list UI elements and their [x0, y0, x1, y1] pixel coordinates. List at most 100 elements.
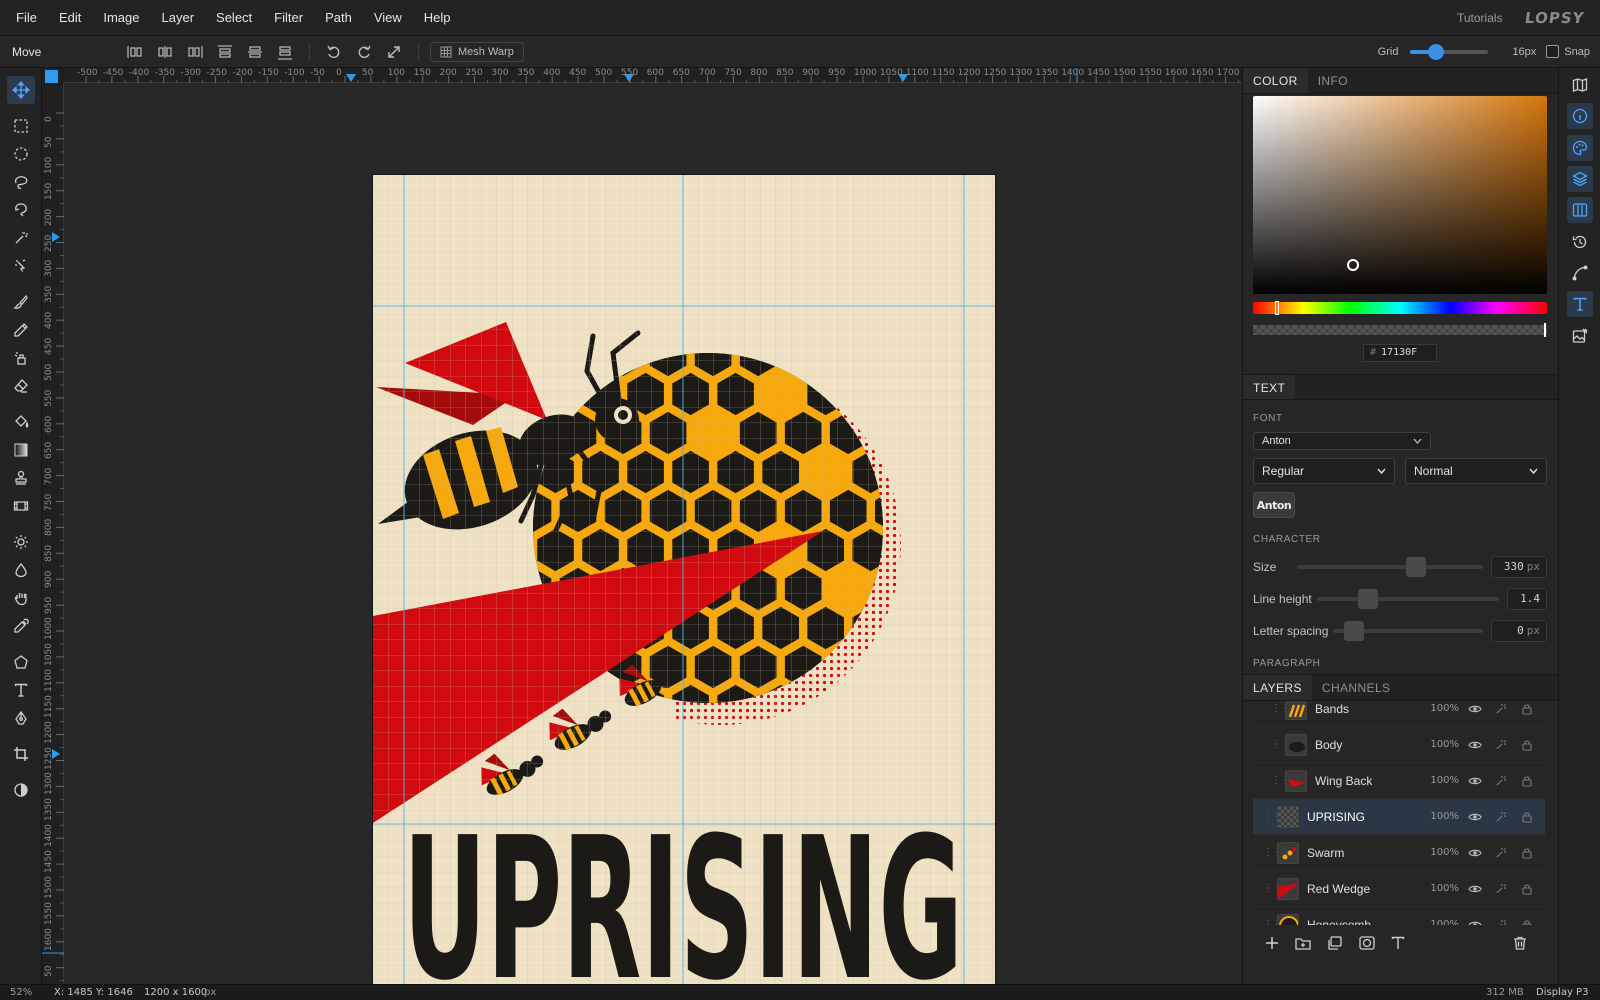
visibility-eye-icon[interactable] — [1467, 917, 1483, 925]
layer-opacity[interactable]: 100% — [1430, 883, 1459, 894]
text-panel-icon[interactable] — [1567, 291, 1593, 317]
tab-layers[interactable]: LAYERS — [1243, 675, 1312, 700]
font-style-select[interactable]: Regular — [1253, 458, 1395, 484]
effects-icon[interactable] — [1493, 809, 1509, 825]
effects-icon[interactable] — [1493, 701, 1509, 717]
visibility-eye-icon[interactable] — [1467, 881, 1483, 897]
tutorials-link[interactable]: Tutorials — [1457, 11, 1503, 25]
layer-row[interactable]: ⋮⋮ Wing Back 100% — [1253, 763, 1545, 799]
layer-row[interactable]: ⋮⋮ Bands 100% — [1253, 701, 1545, 727]
effects-icon[interactable] — [1493, 845, 1509, 861]
map-icon[interactable] — [1567, 72, 1593, 98]
menu-image[interactable]: Image — [92, 10, 150, 25]
layer-name[interactable]: Swarm — [1307, 846, 1430, 860]
image-edit-icon[interactable] — [1567, 323, 1593, 349]
dodge-icon[interactable] — [7, 528, 35, 556]
gradient-icon[interactable] — [7, 436, 35, 464]
layer-name[interactable]: Bands — [1315, 702, 1430, 716]
crop-icon[interactable] — [7, 740, 35, 768]
layer-opacity[interactable]: 100% — [1430, 847, 1459, 858]
ellipse-select-icon[interactable] — [7, 140, 35, 168]
drag-handle-icon[interactable]: ⋮⋮ — [1263, 883, 1282, 894]
rotate-left-icon[interactable] — [323, 41, 345, 63]
layer-row[interactable]: ⋮⋮ UPRISING 100% — [1253, 799, 1545, 835]
line-height-slider[interactable] — [1317, 589, 1499, 609]
drag-handle-icon[interactable]: ⋮⋮ — [1271, 739, 1290, 750]
burn-icon[interactable] — [7, 556, 35, 584]
layers-icon[interactable] — [1567, 166, 1593, 192]
duplicate-layer-icon[interactable] — [1327, 935, 1343, 953]
lock-icon[interactable] — [1519, 917, 1535, 925]
snap-checkbox[interactable] — [1546, 45, 1560, 58]
layer-opacity[interactable]: 100% — [1430, 775, 1459, 786]
tab-color[interactable]: COLOR — [1243, 68, 1308, 93]
columns-icon[interactable] — [1567, 197, 1593, 223]
tab-info[interactable]: INFO — [1308, 68, 1358, 93]
align-center-h-icon[interactable] — [154, 41, 176, 63]
layer-opacity[interactable]: 100% — [1430, 739, 1459, 750]
font-variant-select[interactable]: Normal — [1405, 458, 1547, 484]
lasso-icon[interactable] — [7, 168, 35, 196]
menu-path[interactable]: Path — [314, 10, 363, 25]
path-icon[interactable] — [1567, 260, 1593, 286]
contrast-icon[interactable] — [7, 776, 35, 804]
move-tool-icon[interactable] — [7, 76, 35, 104]
paint-bucket-icon[interactable] — [7, 408, 35, 436]
fit-screen-icon[interactable] — [383, 41, 405, 63]
visibility-eye-icon[interactable] — [1467, 701, 1483, 717]
font-family-select[interactable]: Anton — [1253, 432, 1431, 450]
drag-handle-icon[interactable]: ⋮⋮ — [1271, 703, 1290, 714]
lock-icon[interactable] — [1519, 737, 1535, 753]
object-select-icon[interactable] — [7, 252, 35, 280]
align-top-icon[interactable] — [214, 41, 236, 63]
filmstrip-icon[interactable] — [7, 492, 35, 520]
color-picker-knob[interactable] — [1347, 259, 1359, 271]
add-text-icon[interactable] — [1391, 936, 1405, 953]
layer-row[interactable]: ⋮⋮ Honeycomb 100% — [1253, 907, 1545, 925]
polygon-icon[interactable] — [7, 648, 35, 676]
eraser-icon[interactable] — [7, 372, 35, 400]
layer-row[interactable]: ⋮⋮ Body 100% — [1253, 727, 1545, 763]
align-right-icon[interactable] — [184, 41, 206, 63]
letter-spacing-slider[interactable] — [1333, 621, 1483, 641]
layer-row[interactable]: ⋮⋮ Swarm 100% — [1253, 835, 1545, 871]
palette-icon[interactable] — [1567, 135, 1593, 161]
clone-icon[interactable] — [7, 344, 35, 372]
zoom-level[interactable]: 52% — [10, 987, 32, 998]
add-layer-icon[interactable] — [1265, 936, 1279, 953]
menu-help[interactable]: Help — [413, 10, 462, 25]
drag-handle-icon[interactable]: ⋮⋮ — [1263, 847, 1282, 858]
eyedropper-icon[interactable] — [7, 612, 35, 640]
align-bottom-icon[interactable] — [274, 41, 296, 63]
text-tool-icon[interactable] — [7, 676, 35, 704]
tab-channels[interactable]: CHANNELS — [1312, 675, 1401, 700]
drag-handle-icon[interactable]: ⋮⋮ — [1263, 811, 1282, 822]
align-left-icon[interactable] — [124, 41, 146, 63]
hex-color-input[interactable]: #17130F — [1363, 344, 1437, 362]
lock-icon[interactable] — [1519, 881, 1535, 897]
lock-icon[interactable] — [1519, 773, 1535, 789]
effects-icon[interactable] — [1493, 737, 1509, 753]
delete-layer-icon[interactable] — [1513, 936, 1527, 953]
lock-icon[interactable] — [1519, 701, 1535, 717]
lock-icon[interactable] — [1519, 845, 1535, 861]
alpha-slider[interactable] — [1253, 323, 1547, 337]
menu-file[interactable]: File — [0, 10, 48, 25]
history-icon[interactable] — [1567, 229, 1593, 255]
lock-icon[interactable] — [1519, 809, 1535, 825]
grid-size-slider[interactable] — [1410, 43, 1489, 60]
menu-view[interactable]: View — [363, 10, 413, 25]
layer-name[interactable]: UPRISING — [1307, 810, 1430, 824]
effects-icon[interactable] — [1493, 881, 1509, 897]
mesh-warp-button[interactable]: Mesh Warp — [430, 41, 524, 62]
pencil-icon[interactable] — [7, 316, 35, 344]
pen-icon[interactable] — [7, 704, 35, 732]
menu-filter[interactable]: Filter — [263, 10, 314, 25]
layer-row[interactable]: ⋮⋮ Red Wedge 100% — [1253, 871, 1545, 907]
visibility-eye-icon[interactable] — [1467, 737, 1483, 753]
brush-icon[interactable] — [7, 288, 35, 316]
align-middle-icon[interactable] — [244, 41, 266, 63]
color-saturation-field[interactable] — [1253, 96, 1547, 294]
menu-layer[interactable]: Layer — [151, 10, 206, 25]
layer-opacity[interactable]: 100% — [1430, 811, 1459, 822]
